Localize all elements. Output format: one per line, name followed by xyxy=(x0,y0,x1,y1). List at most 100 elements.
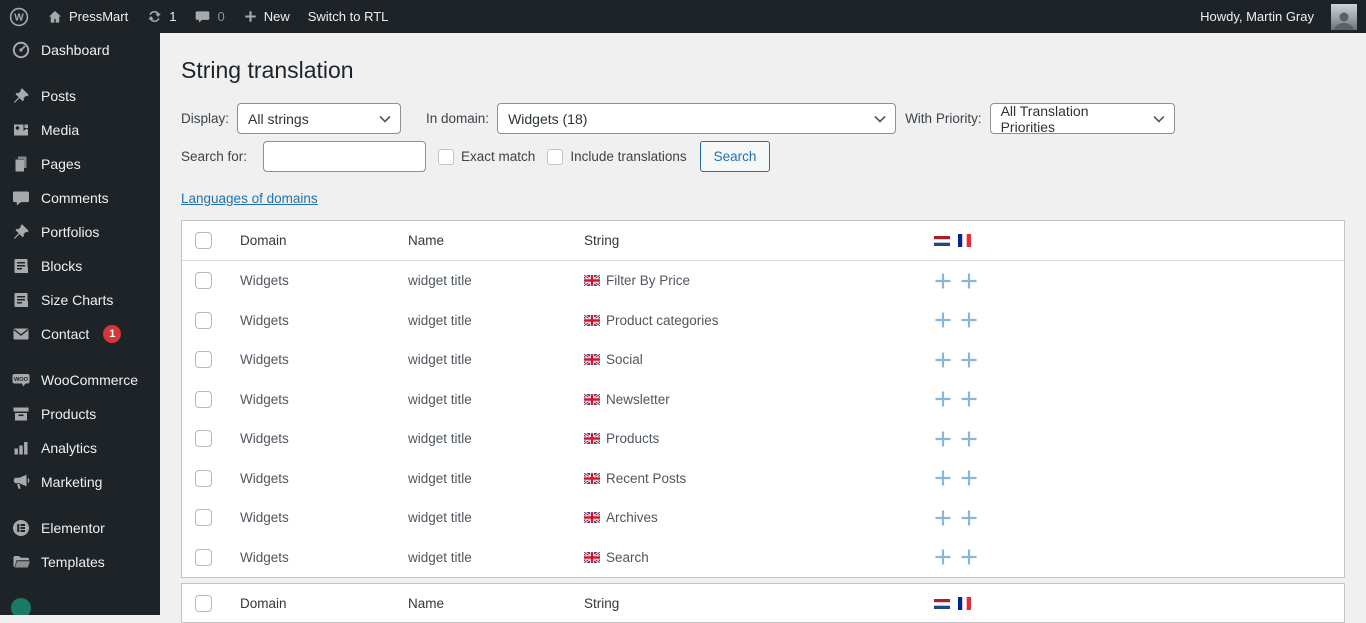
sidebar-item-portfolios[interactable]: Portfolios xyxy=(0,215,160,249)
add-dutch-translation-plus-icon[interactable] xyxy=(934,509,952,527)
sidebar-item-templates[interactable]: Templates xyxy=(0,545,160,579)
exact-match-checkbox[interactable] xyxy=(438,148,455,165)
row-string-text: Search xyxy=(606,549,649,565)
add-french-translation-plus-icon[interactable] xyxy=(960,272,978,290)
updates-icon xyxy=(148,11,162,22)
comment-bubble-icon xyxy=(196,11,210,23)
add-dutch-translation-plus-icon[interactable] xyxy=(934,311,952,329)
row-domain: Widgets xyxy=(240,510,289,526)
chevron-down-icon xyxy=(874,115,886,123)
media-icon xyxy=(14,124,28,136)
search-input[interactable] xyxy=(263,141,427,172)
row-domain: Widgets xyxy=(240,470,289,486)
site-name-link[interactable]: PressMart xyxy=(38,0,137,33)
en-flag-icon xyxy=(584,551,600,563)
row-translations xyxy=(921,509,1344,527)
exact-match-label: Exact match xyxy=(461,149,536,164)
sidebar-item-products[interactable]: Products xyxy=(0,397,160,431)
select-all-checkbox[interactable] xyxy=(195,232,212,249)
add-dutch-translation-plus-icon[interactable] xyxy=(934,272,952,290)
main-content: String translation Display: All strings … xyxy=(160,33,1366,623)
add-french-translation-plus-icon[interactable] xyxy=(960,509,978,527)
include-translations-label: Include translations xyxy=(570,149,687,164)
updates-link[interactable]: 1 xyxy=(137,0,185,33)
column-header-name: Name xyxy=(408,233,445,248)
add-french-translation-plus-icon[interactable] xyxy=(960,390,978,408)
in-domain-select[interactable]: Widgets (18) xyxy=(497,103,897,134)
row-checkbox[interactable] xyxy=(195,548,212,566)
add-dutch-translation-plus-icon[interactable] xyxy=(934,548,952,566)
add-dutch-translation-plus-icon[interactable] xyxy=(934,469,952,487)
add-french-translation-plus-icon[interactable] xyxy=(960,548,978,566)
sidebar-label: Posts xyxy=(41,88,77,104)
sidebar-item-blocks[interactable]: Blocks xyxy=(0,249,160,283)
add-dutch-translation-plus-icon[interactable] xyxy=(934,351,952,369)
row-checkbox[interactable] xyxy=(195,311,212,329)
add-french-translation-plus-icon[interactable] xyxy=(960,351,978,369)
search-button[interactable]: Search xyxy=(699,141,771,172)
sidebar-item-posts[interactable]: Posts xyxy=(0,79,160,113)
row-checkbox[interactable] xyxy=(195,469,212,487)
table-row: Widgets widget title Filter By Price xyxy=(182,261,1344,301)
row-translations xyxy=(921,430,1344,448)
strings-table-footer: Domain Name String xyxy=(181,583,1345,623)
row-name: widget title xyxy=(408,273,472,289)
nl-flag-icon xyxy=(934,598,950,609)
sidebar-label: Marketing xyxy=(41,474,103,490)
row-name: widget title xyxy=(408,352,472,368)
sidebar-item-partial[interactable] xyxy=(0,591,160,615)
add-french-translation-plus-icon[interactable] xyxy=(960,311,978,329)
with-priority-select[interactable]: All Translation Priorities xyxy=(989,103,1175,135)
sidebar-item-comments[interactable]: Comments xyxy=(0,181,160,215)
dashboard-icon xyxy=(12,41,30,59)
new-content-button[interactable]: New xyxy=(234,0,299,33)
row-string: Recent Posts xyxy=(571,471,921,486)
language-flags-footer xyxy=(921,597,1344,610)
add-french-translation-plus-icon[interactable] xyxy=(960,469,978,487)
avatar[interactable] xyxy=(1331,3,1357,30)
sidebar-label: Size Charts xyxy=(41,292,114,308)
sidebar-item-woocommerce[interactable]: WOO WooCommerce xyxy=(0,363,160,397)
row-checkbox[interactable] xyxy=(195,390,212,408)
en-flag-icon xyxy=(584,393,600,405)
select-all-checkbox[interactable] xyxy=(195,595,212,612)
sidebar-item-size-charts[interactable]: Size Charts xyxy=(0,283,160,317)
sidebar-item-marketing[interactable]: Marketing xyxy=(0,465,160,499)
display-select[interactable]: All strings xyxy=(237,103,402,134)
row-domain: Widgets xyxy=(240,312,289,328)
switch-to-rtl-link[interactable]: Switch to RTL xyxy=(299,0,398,33)
sidebar-item-contact[interactable]: Contact 1 xyxy=(0,317,160,351)
sidebar-item-dashboard[interactable]: Dashboard xyxy=(0,33,160,67)
row-checkbox[interactable] xyxy=(195,351,212,369)
fr-flag-icon xyxy=(958,234,971,247)
sidebar-label: Contact xyxy=(41,326,90,342)
sidebar-item-elementor[interactable]: Elementor xyxy=(0,511,160,545)
languages-of-domains-link[interactable]: Languages of domains xyxy=(181,191,318,206)
sidebar-item-pages[interactable]: Pages xyxy=(0,147,160,181)
search-row: Search for: Exact match Include translat… xyxy=(181,141,1345,172)
nl-flag-icon xyxy=(934,235,950,246)
my-account-link[interactable]: Howdy, Martin Gray xyxy=(1191,0,1323,33)
archive-box-icon xyxy=(13,407,29,421)
sidebar-item-media[interactable]: Media xyxy=(0,113,160,147)
svg-text:WOO: WOO xyxy=(14,377,29,383)
row-checkbox[interactable] xyxy=(195,272,212,290)
row-domain: Widgets xyxy=(240,391,289,407)
envelope-icon xyxy=(13,328,29,340)
add-dutch-translation-plus-icon[interactable] xyxy=(934,430,952,448)
wordpress-logo[interactable]: W xyxy=(0,0,38,33)
sidebar-label: Pages xyxy=(41,156,81,172)
site-name-label: PressMart xyxy=(69,9,129,24)
include-translations-checkbox[interactable] xyxy=(547,148,564,165)
howdy-label: Howdy, Martin Gray xyxy=(1200,9,1314,24)
add-dutch-translation-plus-icon[interactable] xyxy=(934,390,952,408)
row-checkbox[interactable] xyxy=(195,430,212,448)
table-row: Widgets widget title Products xyxy=(182,419,1344,459)
filters-row: Display: All strings In domain: Widgets … xyxy=(181,103,1345,135)
row-name: widget title xyxy=(408,549,472,565)
in-domain-select-value: Widgets (18) xyxy=(508,110,588,127)
sidebar-item-analytics[interactable]: Analytics xyxy=(0,431,160,465)
comments-link[interactable]: 0 xyxy=(185,0,233,33)
row-checkbox[interactable] xyxy=(195,509,212,527)
add-french-translation-plus-icon[interactable] xyxy=(960,430,978,448)
